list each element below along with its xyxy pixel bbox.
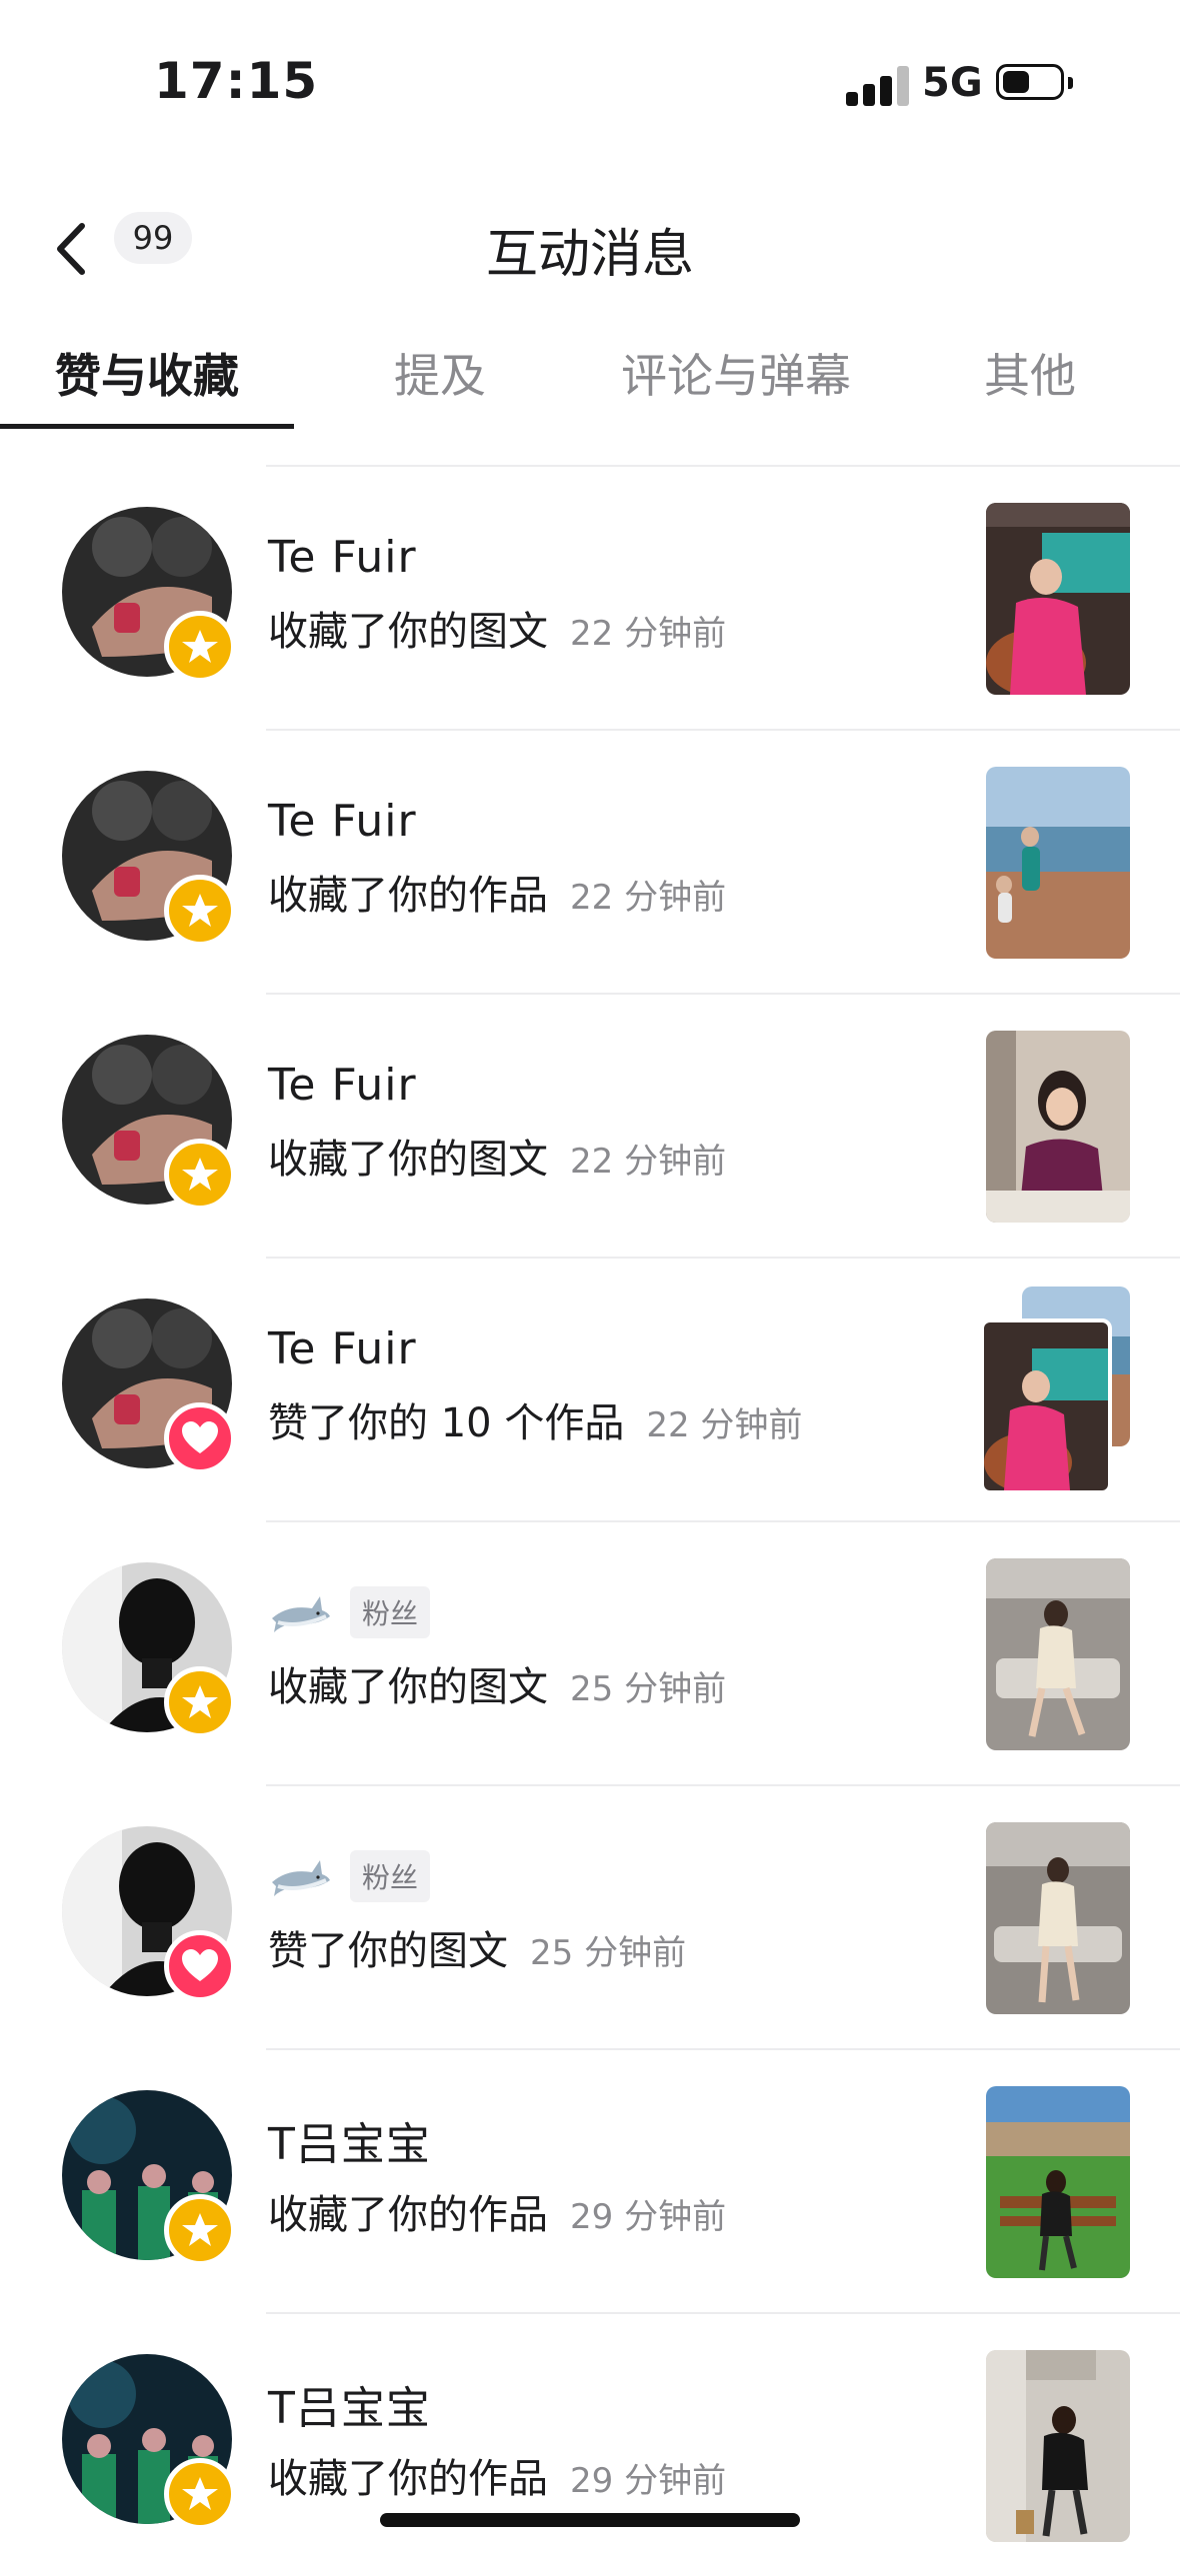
activity-line: 收藏了你的作品 29 分钟前 — [268, 2182, 726, 2240]
time-ago: 25 分钟前 — [570, 1669, 727, 1709]
activity-text: 收藏了你的作品 — [268, 873, 548, 919]
heart-icon — [182, 1949, 218, 1981]
divider — [266, 2048, 1180, 2050]
username[interactable]: Te Fuir — [268, 796, 417, 847]
status-time: 17:15 — [154, 52, 319, 110]
signal-icon — [846, 66, 910, 106]
time-ago: 22 分钟前 — [570, 614, 727, 654]
shark-icon[interactable] — [268, 1846, 332, 1906]
heart-icon — [182, 1421, 218, 1453]
list-item[interactable]: 粉丝 赞了你的图文 25 分钟前 — [0, 1784, 1180, 2048]
activity-text: 收藏了你的图文 — [268, 1137, 548, 1183]
user-line: Te Fuir — [268, 1318, 417, 1378]
activity-line: 收藏了你的作品 22 分钟前 — [268, 863, 726, 921]
network-label: 5G — [922, 60, 983, 106]
star-icon — [182, 894, 218, 927]
activity-line: 收藏了你的作品 29 分钟前 — [268, 2446, 726, 2504]
activity-text: 收藏了你的图文 — [268, 1664, 548, 1710]
battery-icon — [996, 64, 1064, 100]
post-thumbnail[interactable] — [986, 1558, 1130, 1750]
time-ago: 22 分钟前 — [646, 1405, 803, 1445]
post-thumbnail[interactable] — [986, 1822, 1130, 2014]
divider — [266, 1784, 1180, 1786]
like-badge — [164, 1402, 236, 1474]
time-ago: 25 分钟前 — [530, 1933, 687, 1973]
list-item[interactable]: T吕宝宝 收藏了你的作品 29 分钟前 — [0, 2048, 1180, 2312]
notification-list: Te Fuir 收藏了你的图文 22 分钟前 Te Fuir 收藏了你的作品 22 … — [0, 465, 1180, 2576]
list-item[interactable]: Te Fuir 收藏了你的图文 22 分钟前 — [0, 465, 1180, 729]
activity-line: 收藏了你的图文 22 分钟前 — [268, 1127, 726, 1185]
activity-line: 收藏了你的图文 25 分钟前 — [268, 1654, 726, 1712]
list-item[interactable]: Te Fuir 收藏了你的作品 22 分钟前 — [0, 729, 1180, 993]
user-line: Te Fuir — [268, 791, 417, 851]
favorite-badge — [164, 611, 236, 683]
user-line: 粉丝 — [268, 1846, 431, 1906]
list-item[interactable]: T吕宝宝 收藏了你的作品 29 分钟前 — [0, 2312, 1180, 2576]
star-icon — [182, 1685, 218, 1718]
time-ago: 29 分钟前 — [570, 2461, 727, 2501]
star-icon — [182, 1158, 218, 1191]
star-icon — [182, 630, 218, 663]
post-thumbnail[interactable] — [986, 2350, 1130, 2542]
user-line: 粉丝 — [268, 1582, 431, 1642]
home-indicator[interactable] — [380, 2513, 800, 2527]
divider — [266, 1520, 1180, 1522]
favorite-badge — [164, 2194, 236, 2266]
list-item[interactable]: 粉丝 收藏了你的图文 25 分钟前 — [0, 1520, 1180, 1784]
tab-mentions[interactable]: 提及 — [340, 340, 540, 406]
favorite-badge — [164, 1139, 236, 1211]
fan-tag: 粉丝 — [350, 1586, 431, 1638]
activity-text: 收藏了你的图文 — [268, 609, 548, 655]
username[interactable]: T吕宝宝 — [268, 2108, 431, 2172]
list-item[interactable]: Te Fuir 赞了你的 10 个作品 22 分钟前 — [0, 1257, 1180, 1520]
divider — [266, 993, 1180, 995]
like-badge — [164, 1930, 236, 2002]
tab-comments[interactable]: 评论与弹幕 — [600, 340, 872, 406]
tab-likes-favorites[interactable]: 赞与收藏 — [0, 340, 294, 406]
divider — [266, 1257, 1180, 1259]
activity-text: 赞了你的图文 — [268, 1928, 508, 1974]
tab-other[interactable]: 其他 — [940, 340, 1120, 406]
fan-tag: 粉丝 — [350, 1850, 431, 1902]
activity-line: 赞了你的图文 25 分钟前 — [268, 1918, 686, 1976]
user-line: Te Fuir — [268, 1055, 417, 1115]
divider — [266, 729, 1180, 731]
status-bar: 17:15 5G — [0, 0, 1180, 170]
time-ago: 29 分钟前 — [570, 2197, 727, 2237]
nav-header: 99 互动消息 — [0, 190, 1180, 300]
star-icon — [182, 2213, 218, 2246]
favorite-badge — [164, 1666, 236, 1738]
user-line: T吕宝宝 — [268, 2110, 431, 2170]
time-ago: 22 分钟前 — [570, 1142, 727, 1182]
activity-text: 收藏了你的作品 — [268, 2456, 548, 2502]
post-thumbnail[interactable] — [986, 503, 1130, 695]
activity-line: 赞了你的 10 个作品 22 分钟前 — [268, 1390, 802, 1448]
star-icon — [182, 2477, 218, 2510]
divider — [266, 2312, 1180, 2314]
tab-indicator — [0, 424, 294, 429]
shark-icon[interactable] — [268, 1582, 332, 1642]
tab-bar: 赞与收藏 提及 评论与弹幕 其他 — [0, 330, 1180, 430]
post-thumbnail[interactable] — [986, 1031, 1130, 1223]
time-ago: 22 分钟前 — [570, 878, 727, 918]
favorite-badge — [164, 875, 236, 947]
user-line: T吕宝宝 — [268, 2374, 431, 2434]
username[interactable]: T吕宝宝 — [268, 2372, 431, 2436]
post-thumbnail[interactable] — [986, 767, 1130, 959]
post-thumbnail[interactable] — [986, 2086, 1130, 2278]
divider — [266, 465, 1180, 467]
username[interactable]: Te Fuir — [268, 532, 417, 583]
activity-line: 收藏了你的图文 22 分钟前 — [268, 599, 726, 657]
activity-text: 收藏了你的作品 — [268, 2192, 548, 2238]
username[interactable]: Te Fuir — [268, 1060, 417, 1111]
username[interactable]: Te Fuir — [268, 1323, 417, 1374]
battery-cap — [1068, 77, 1073, 89]
user-line: Te Fuir — [268, 527, 417, 587]
post-thumbnail[interactable] — [980, 1318, 1112, 1494]
activity-text: 赞了你的 10 个作品 — [268, 1400, 625, 1446]
list-item[interactable]: Te Fuir 收藏了你的图文 22 分钟前 — [0, 993, 1180, 1257]
favorite-badge — [164, 2458, 236, 2530]
page-title: 互动消息 — [485, 225, 694, 285]
